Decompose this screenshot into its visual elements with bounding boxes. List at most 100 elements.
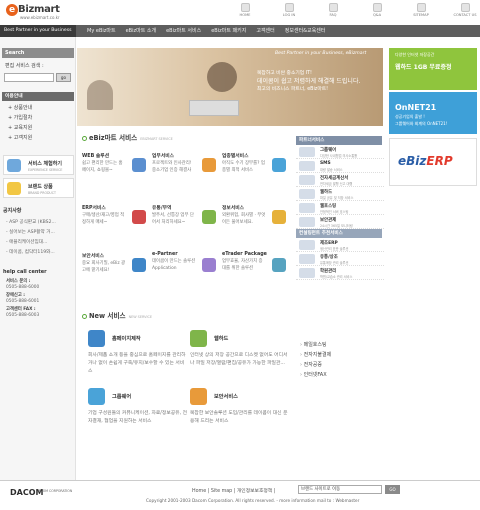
groupware-icon <box>88 388 105 405</box>
web-solution-icon <box>132 158 146 172</box>
service-industry[interactable]: 업종별서비스 아직도 수기 장부를? 업종별 최적 서비스 <box>222 152 290 200</box>
partner-item-webhard[interactable]: 웹하드 파일 공유 및 저장 서비스 <box>296 187 384 201</box>
top-nav-login[interactable]: LOG IN <box>276 3 302 23</box>
guide-list: + 상품안내 + 가입절차 + 교육지원 + 고객지원 <box>8 103 72 143</box>
partner-header: 파트너서비스 <box>296 136 382 145</box>
search-input[interactable] <box>4 73 54 82</box>
guide-header: 이용안내 <box>2 92 74 101</box>
sms-thumb-icon <box>299 161 315 171</box>
service-etrader[interactable]: eTrader Package 업무효율, 자산가치 증대를 위한 솔루션 <box>222 252 290 300</box>
laptop-illustration <box>189 100 239 116</box>
section-bullet-icon <box>82 135 87 141</box>
brand-icon <box>7 182 21 195</box>
erp-icon <box>132 210 146 224</box>
service-erp[interactable]: ERP서비스 구매/생산/재고/영업 적정하게 매세~ <box>82 204 150 252</box>
notice-item[interactable]: - 애플리케이션임대... <box>6 238 74 248</box>
security-shield-icon <box>190 388 207 405</box>
hero-banner[interactable]: Best Partner in your Business, eBizmart … <box>77 48 383 126</box>
groupware-thumb-icon <box>299 147 315 157</box>
notice-item[interactable]: - 실어보는 ASP활약 거... <box>6 228 74 238</box>
service-web-solution[interactable]: WEB 솔루션 쉽고 편리한 만드는 홈페이지, 쇼핑몰~ <box>82 152 150 200</box>
lamp-illustration <box>87 80 113 110</box>
industry-icon <box>272 158 286 172</box>
footer-links[interactable]: Home | Site map | 개인정보보호정책 | <box>192 487 275 494</box>
partner-item-tax-invoice[interactable]: 전자세금계산서 전자세금 발행 신고 대행 <box>296 173 384 187</box>
gnb-info-edu-center[interactable]: 정보센터&교육센터 <box>280 25 331 37</box>
tagline: Best Partner in your Business <box>0 25 76 37</box>
service-epartner[interactable]: e-Partner 데이콤이 만드는 솔루션 Application <box>152 252 220 300</box>
service-business[interactable]: 업무서비스 프로젝트와 인사관리! 중소기업 인증 해결사 <box>152 152 220 200</box>
etrader-icon <box>272 258 286 272</box>
side-link-notary[interactable]: 전자공증 <box>300 360 386 370</box>
guide-item-education[interactable]: + 교육지원 <box>8 123 72 133</box>
side-link-fax[interactable]: 인터넷FAX <box>300 370 386 380</box>
guide-item-support[interactable]: + 고객지원 <box>8 133 72 143</box>
guide-item-signup[interactable]: + 가입절차 <box>8 113 72 123</box>
recommend-item-retail[interactable]: 유통/상조 유통매장 관리 솔루션 <box>296 252 384 266</box>
guide-item-products[interactable]: + 상품안내 <box>8 103 72 113</box>
side-link-mail-hosting[interactable]: 메일호스팅 <box>300 340 386 350</box>
global-nav-menu: My eBiz마트 eBiz마트 소개 eBiz마트 서비스 eBiz마트 패키… <box>82 25 476 37</box>
new-service-homepage[interactable]: 홈페이지제작 회사/제품 소개 등을 중심으로 홈페이지를 관리하거나 없이 손… <box>88 330 192 380</box>
onnet21-banner[interactable]: OnNET21 성공기업의 출발 ! 그룹웨어와 회계의 OnNET21! <box>389 92 477 134</box>
help-call-list: 서비스 문의 : 0505-888-6000 장애신고 : 0505-888-6… <box>6 279 74 321</box>
notice-list: - ASP 공식판교 (KBS2... - 실어보는 ASP활약 거... - … <box>6 218 74 258</box>
recommend-item-academy[interactable]: 학원관리 학원/교습소 관리 서비스 <box>296 266 384 280</box>
brand-banner[interactable]: 브랜드 상품 BRAND PRODUCT <box>3 178 74 198</box>
brand-site-go-button[interactable]: GO <box>385 485 400 494</box>
new-services-title: New 서비스 NEW SERVICE <box>82 310 152 320</box>
gnb-packages[interactable]: eBiz마트 패키지 <box>206 25 251 37</box>
notice-item[interactable]: - 데이콤, 컴닥터119와... <box>6 248 74 258</box>
hero-copy: 복잡하고 비싼 중소기업 IT! 데이콤이 쉽고 저렴하게 해결해 드립니다. … <box>257 71 361 92</box>
partner-item-webhosting[interactable]: 웹호스팅 안정적인 서버 호스팅 <box>296 201 384 215</box>
search-label: 편집 서비스 검색 : <box>5 63 44 69</box>
logo-mark: e <box>6 4 18 16</box>
top-nav-sitemap[interactable]: SITEMAP <box>408 3 434 23</box>
search-go-button[interactable]: go <box>56 73 71 82</box>
top-nav-faq[interactable]: FAQ <box>320 3 346 23</box>
top-nav-qna[interactable]: Q&A <box>364 3 390 23</box>
phone-fault: 0505-888-6001 <box>6 299 40 304</box>
webhard-banner[interactable]: 다양한 인터넷 저장공간 웹하드 1GB 무료증정 <box>389 48 477 90</box>
notice-item[interactable]: - ASP 공식판교 (KBS2... <box>6 218 74 228</box>
partner-item-security-control[interactable]: 보안관제 24시간 365일 모니터링 <box>296 215 384 229</box>
brand-site-select[interactable]: 브랜드 사이트로 이동 <box>298 485 382 494</box>
business-icon <box>202 158 216 172</box>
faq-icon <box>328 3 338 12</box>
side-link-payment[interactable]: 전자지불결제 <box>300 350 386 360</box>
gnb-customer-center[interactable]: 고객센터 <box>251 25 279 37</box>
ebiz-erp-banner[interactable]: eBizERP <box>389 138 477 186</box>
gnb-services[interactable]: eBiz마트 서비스 <box>161 25 206 37</box>
search-header: Search <box>2 48 74 58</box>
service-distribution[interactable]: 유통/무역 발주서, 선통장 업무 단어서 처리하세요~ <box>152 204 220 252</box>
recommend-item-erp[interactable]: 제조ERP 생산관리 표준 솔루션 <box>296 238 384 252</box>
contact-icon <box>460 3 470 12</box>
top-nav-home[interactable]: HOME <box>232 3 258 23</box>
person-illustration <box>207 62 237 92</box>
new-service-groupware[interactable]: 그룹웨어 기업 구성원들의 커뮤니케이션, 자료/정보공유, 전자결재, 협업을… <box>88 388 192 438</box>
logo-url: www.ebizmart.co.kr <box>20 15 60 20</box>
new-service-webhard[interactable]: 웹하드 인터넷 상의 저장 공간으로 디스켓 없어도 어디서나 파일 저장/열람… <box>190 330 294 380</box>
experience-banner[interactable]: 서비스 체험하기 EXPERIENCE SERVICE <box>3 155 74 175</box>
new-service-security[interactable]: 보안서비스 복잡한 보안솔루션 도입/관리를 데이콤이 대신 운용해 드리는 서… <box>190 388 294 438</box>
services-grid: WEB 솔루션 쉽고 편리한 만드는 홈페이지, 쇼핑몰~ 업무서비스 프로젝트… <box>82 152 290 300</box>
service-information[interactable]: 정보서비스 외환위험, 회사별 · 무엇이든 물어보세요. <box>222 204 290 252</box>
homepage-icon <box>88 330 105 347</box>
side-links: 메일호스팅 전자지불결제 전자공증 인터넷FAX <box>300 340 386 380</box>
experience-icon <box>7 159 21 172</box>
gnb-about[interactable]: eBiz마트 소개 <box>121 25 162 37</box>
partner-item-sms[interactable]: SMS 대량 발송 서비스 <box>296 159 384 173</box>
epartner-icon <box>202 258 216 272</box>
gnb-my-ebizmart[interactable]: My eBiz마트 <box>82 25 121 37</box>
retail-thumb-icon <box>299 254 315 264</box>
security-control-thumb-icon <box>299 217 315 227</box>
partner-item-groupware[interactable]: 그룹웨어 다양한 사내협업 의사소통툴 <box>296 145 384 159</box>
information-icon <box>272 210 286 224</box>
top-nav-contact[interactable]: CONTACT US <box>452 3 478 23</box>
webhard-icon <box>190 330 207 347</box>
service-security[interactable]: 보안서비스 중요 회사기밀, eBiz 광고에 맡기세요! <box>82 252 150 300</box>
home-icon <box>240 3 250 12</box>
academy-thumb-icon <box>299 268 315 278</box>
site-logo[interactable]: e Bizmart www.ebizmart.co.kr <box>6 4 74 22</box>
distribution-icon <box>202 210 216 224</box>
